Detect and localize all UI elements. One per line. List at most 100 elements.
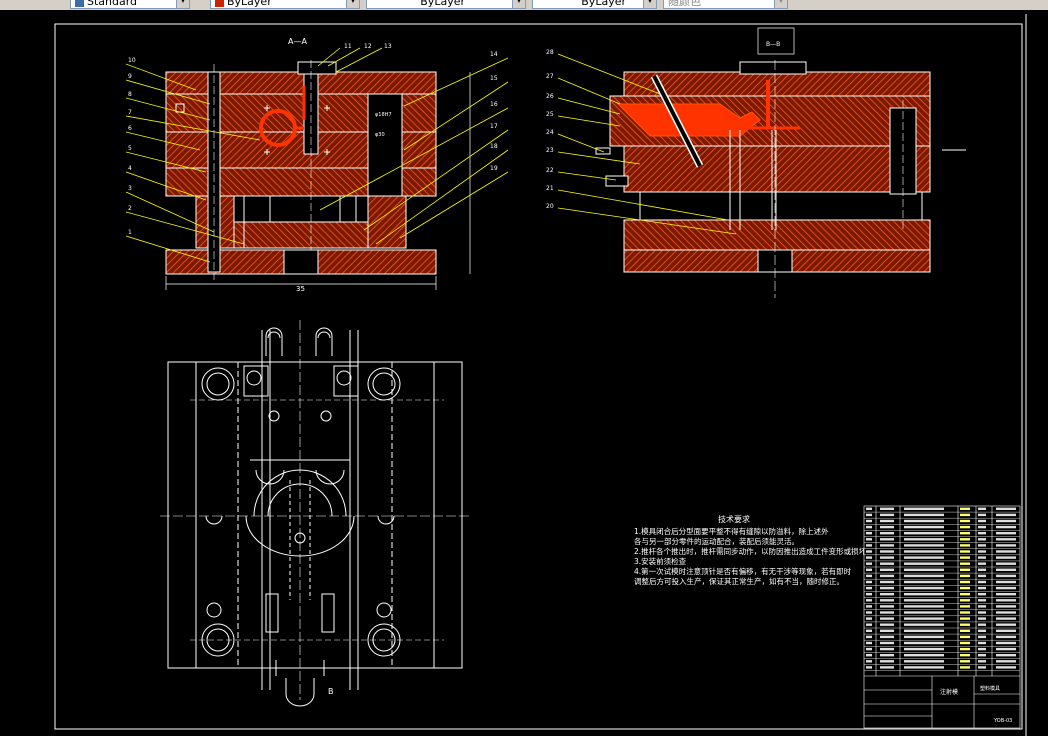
bom-cell-mark [880,660,894,663]
chevron-down-icon[interactable]: ▼ [346,0,359,8]
bom-cell-mark [960,647,970,651]
bom-cell-mark [978,544,986,547]
linetype-dropdown[interactable]: ByLayer ▼ [366,0,526,9]
bom-cell-mark [880,574,894,578]
bom-cell-mark [866,538,872,541]
tech-req-line: 各与另一部分零件的运动配合，装配后须能灵活。 [634,537,799,546]
bom-cell-mark [866,593,872,596]
bom-cell-mark [978,562,986,565]
bom-cell-mark [880,532,894,535]
bom-cell-mark [960,538,970,541]
bom-cell-mark [880,666,894,669]
bom-cell-mark [904,568,944,571]
bom-cell-mark [904,507,944,510]
lineweight-dropdown[interactable]: ByLayer ▼ [532,0,657,9]
bom-cell-mark [978,654,986,657]
bom-cell-mark [978,635,986,639]
chevron-down-icon[interactable]: ▼ [643,0,656,8]
bom-cell-mark [866,647,872,651]
bom-cell-mark [960,641,970,645]
plotstyle-dropdown[interactable]: 随颜色 ▼ [663,0,788,9]
bom-cell-mark [978,574,986,578]
section-b-b-label: B—B [766,41,780,48]
plotstyle-value: 随颜色 [668,0,701,8]
bom-cell-mark [996,641,1016,645]
callout-label: 4 [128,165,132,172]
color-dropdown[interactable]: ByLayer ▼ [210,0,360,9]
drawing-canvas[interactable]: φ18H7 φ30 35 A—A 10 9 8 7 6 5 4 3 2 1 11… [0,10,1048,736]
bom-cell-mark [978,605,986,608]
bom-cell-mark [996,562,1016,565]
bom-cell-mark [996,617,1016,620]
bom-cell-mark [996,635,1016,639]
bom-cell-mark [978,593,986,596]
bom-cell-mark [996,556,1016,559]
bom-cell-marks [866,507,1016,669]
tech-req-line: 2.推杆各个推出时，推杆需同步动作，以防因推出造成工件变形或损坏 [634,547,864,556]
bom-cell-mark [960,574,970,578]
callout-label: 5 [128,145,132,152]
bom-cell-mark [866,617,872,620]
bom-cell-mark [960,617,970,620]
bom-cell-mark [996,611,1016,614]
bom-cell-mark [960,623,970,626]
bom-cell-mark [880,647,894,651]
callout-label: 28 [546,49,554,56]
bom-cell-mark [904,538,944,541]
text-style-dropdown[interactable]: Standard ▼ [70,0,190,9]
chevron-down-icon[interactable]: ▼ [512,0,525,8]
bom-row-lines [864,511,1020,671]
bom-cell-mark [960,562,970,565]
bom-cell-mark [960,544,970,547]
callout-label: 10 [128,57,136,64]
technical-requirements: 技术要求 1.模具闭合后分型面要平整不得有缝隙以防溢料，除上述外 各与另一部分零… [634,515,864,587]
bom-cell-mark [996,538,1016,541]
bom-cell-mark [978,617,986,620]
section-b-b-view: B—B [595,27,966,298]
bom-cell-mark [880,562,894,565]
bom-cell-mark [880,580,894,584]
width-dimension: 35 [296,285,305,293]
bom-cell-mark [996,599,1016,602]
callout-label: 8 [128,91,132,98]
bom-cell-mark [880,586,894,590]
callout-label: 18 [490,143,498,150]
bom-cell-mark [880,593,894,596]
title-block-part: 注射模 [940,688,958,696]
bottom-section-marker: B [328,687,334,696]
bom-cell-mark [880,623,894,626]
bom-cell-mark [904,532,944,535]
bom-cell-mark [978,629,986,632]
callout-label: 25 [546,111,554,118]
bom-cell-mark [904,605,944,608]
bom-cell-mark [904,550,944,553]
bom-cell-mark [866,666,872,669]
bom-cell-mark [880,525,894,529]
bom-cell-mark [904,666,944,669]
bom-cell-mark [904,654,944,657]
bom-cell-mark [904,611,944,614]
bom-cell-mark [904,617,944,620]
bom-cell-mark [880,550,894,553]
callout-label: 6 [128,125,132,132]
bom-cell-mark [866,605,872,608]
chevron-down-icon[interactable]: ▼ [774,0,787,8]
bom-cell-mark [904,641,944,645]
bom-cell-mark [866,550,872,553]
text-style-icon [75,0,84,7]
bom-cell-mark [904,586,944,590]
bom-cell-mark [996,550,1016,553]
bom-cell-mark [996,568,1016,571]
tech-req-line: 1.模具闭合后分型面要平整不得有缝隙以防溢料，除上述外 [634,527,829,536]
bom-cell-mark [978,556,986,559]
bom-cell-mark [960,532,970,535]
chevron-down-icon[interactable]: ▼ [176,0,189,8]
bom-cell-mark [960,605,970,608]
bom-cell-mark [904,556,944,559]
bom-cell-mark [960,666,970,669]
bom-cell-mark [960,507,970,510]
callout-labels-b: 28 27 26 25 24 23 22 21 20 [546,49,554,210]
tech-req-line: 3.安装前须检查 [634,557,687,566]
section-a-a-label: A—A [288,37,307,46]
linetype-value: ByLayer [420,0,465,8]
